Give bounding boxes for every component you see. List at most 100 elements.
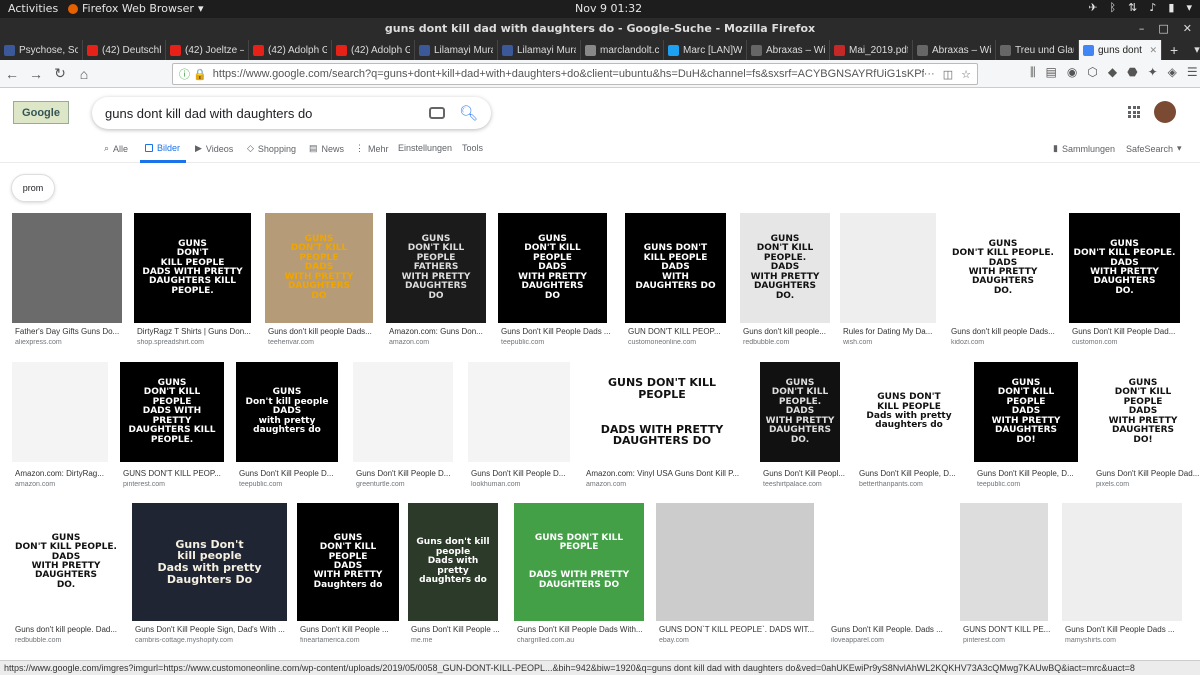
- image-result-thumbnail[interactable]: GUNS DON'T KILL PEOPLE DADS WITH PRETTY …: [583, 362, 741, 462]
- result-title[interactable]: Guns don't kill people...: [743, 327, 853, 336]
- result-source[interactable]: teepublic.com: [501, 339, 611, 346]
- minimize-icon[interactable]: –: [1139, 18, 1145, 40]
- image-result-thumbnail[interactable]: GUNS DON'T KILL PEOPLE. DADS WITH PRETTY…: [1069, 213, 1180, 323]
- result-source[interactable]: teepublic.com: [977, 481, 1087, 488]
- browser-tab[interactable]: (42) Adolph G: [332, 40, 415, 60]
- image-result-thumbnail[interactable]: Guns don't kill people Dads with pretty …: [408, 503, 498, 621]
- safesearch-menu[interactable]: SafeSearch ▾: [1126, 143, 1182, 154]
- image-result-thumbnail[interactable]: GUNS DON'T KILL PEOPLE DADS WITH PRETTY …: [498, 213, 607, 323]
- browser-tab[interactable]: Lilamayi Mura: [415, 40, 498, 60]
- result-source[interactable]: teeherivar.com: [268, 339, 378, 346]
- maximize-icon[interactable]: □: [1158, 18, 1168, 40]
- result-title[interactable]: Guns Don't Kill People D...: [239, 469, 349, 478]
- info-icon[interactable]: ⓘ 🔒: [179, 66, 207, 82]
- result-source[interactable]: chargrilled.com.au: [517, 637, 647, 644]
- result-source[interactable]: cambris-cottage.myshopify.com: [135, 637, 290, 644]
- result-title[interactable]: GUNS DON'T KILL PEOP...: [123, 469, 233, 478]
- result-title[interactable]: Guns Don't Kill People D...: [471, 469, 581, 478]
- avatar[interactable]: [1154, 101, 1176, 123]
- search-icon[interactable]: 🔍︎: [459, 104, 478, 122]
- image-result-thumbnail[interactable]: [828, 503, 948, 621]
- battery-icon[interactable]: ▮: [1168, 1, 1174, 14]
- extension-icon[interactable]: ✦: [1148, 65, 1158, 80]
- result-source[interactable]: iloveapparel.com: [831, 637, 951, 644]
- result-source[interactable]: aliexpress.com: [15, 339, 125, 346]
- suggestion-chip[interactable]: prom: [11, 174, 55, 202]
- tab-more[interactable]: ⋮ Mehr: [355, 143, 389, 154]
- browser-tab[interactable]: marclandolt.c: [581, 40, 664, 60]
- browser-tab[interactable]: (42) Joeltze –: [166, 40, 249, 60]
- browser-tab[interactable]: guns dont k ✕: [1079, 40, 1162, 60]
- image-result-thumbnail[interactable]: GUNS DON'T KILL PEOPLE DADS WITH PRETTY …: [120, 362, 224, 462]
- image-result-thumbnail[interactable]: GUNS Don't kill people DADS with pretty …: [236, 362, 338, 462]
- image-result-thumbnail[interactable]: [1062, 503, 1182, 621]
- apps-grid-icon[interactable]: [1128, 106, 1140, 118]
- result-title[interactable]: GUNS DON'T KILL PE...: [963, 625, 1073, 634]
- browser-tab[interactable]: (42) Deutschla: [83, 40, 166, 60]
- result-title[interactable]: Guns Don't Kill Peopl...: [763, 469, 873, 478]
- image-result-thumbnail[interactable]: [12, 362, 108, 462]
- result-source[interactable]: customon.com: [1072, 339, 1183, 346]
- bluetooth-icon[interactable]: ᛒ: [1110, 1, 1117, 14]
- result-source[interactable]: shop.spreadshirt.com: [137, 339, 254, 346]
- image-result-thumbnail[interactable]: GUNS DON'T KILL PEOPLE DADS WITH PRETTY …: [514, 503, 644, 621]
- result-source[interactable]: lookhuman.com: [471, 481, 581, 488]
- camera-icon[interactable]: [428, 107, 445, 119]
- image-result-thumbnail[interactable]: [468, 362, 570, 462]
- sidebar-icon[interactable]: ▤: [1046, 65, 1057, 80]
- tab-images[interactable]: Bilder: [145, 143, 180, 153]
- image-result-thumbnail[interactable]: [656, 503, 814, 621]
- result-title[interactable]: Guns Don't Kill People Dads With...: [517, 625, 647, 634]
- close-tab-icon[interactable]: ✕: [1149, 45, 1157, 56]
- result-source[interactable]: greenturtle.com: [356, 481, 466, 488]
- result-title[interactable]: Guns Don't Kill People Dads ...: [501, 327, 611, 336]
- extension-icon[interactable]: ◈: [1168, 65, 1177, 80]
- result-title[interactable]: Guns Don't Kill People Dad...: [1096, 469, 1200, 478]
- result-title[interactable]: Guns don't kill people. Dad...: [15, 625, 125, 634]
- browser-tab[interactable]: Abraxas – Wik: [913, 40, 996, 60]
- result-source[interactable]: amazon.com: [15, 481, 125, 488]
- result-title[interactable]: Amazon.com: Vinyl USA Guns Dont Kill P..…: [586, 469, 744, 478]
- image-result-thumbnail[interactable]: [960, 503, 1048, 621]
- image-result-thumbnail[interactable]: [12, 213, 122, 323]
- activities-button[interactable]: Activities: [8, 2, 58, 15]
- reload-icon[interactable]: ↻: [48, 63, 72, 85]
- browser-tab[interactable]: Lilamayi Mura: [498, 40, 581, 60]
- clock[interactable]: Nov 9 01:32: [575, 2, 642, 15]
- result-source[interactable]: pinterest.com: [123, 481, 233, 488]
- back-icon[interactable]: ←: [0, 63, 24, 85]
- result-title[interactable]: Guns don't kill people Dads...: [951, 327, 1061, 336]
- google-logo[interactable]: Google: [13, 101, 69, 124]
- close-window-icon[interactable]: ✕: [1183, 18, 1192, 40]
- system-tray[interactable]: ✈ ᛒ ⇅ ♪ ▮ ▾: [1088, 1, 1192, 14]
- result-title[interactable]: GUNS DON`T KILL PEOPLE`. DADS WIT...: [659, 625, 817, 634]
- result-title[interactable]: Amazon.com: Guns Don...: [389, 327, 499, 336]
- result-source[interactable]: me.me: [411, 637, 521, 644]
- result-title[interactable]: Amazon.com: DirtyRag...: [15, 469, 125, 478]
- image-result-thumbnail[interactable]: GUNS DON'T KILL PEOPLE. DADS WITH PRETTY…: [12, 503, 120, 621]
- result-title[interactable]: Rules for Dating My Da...: [843, 327, 953, 336]
- image-result-thumbnail[interactable]: GUNS DON'T KILL PEOPLE DADS WITH PRETTY …: [1093, 362, 1193, 462]
- result-source[interactable]: amazon.com: [389, 339, 499, 346]
- result-source[interactable]: redbubble.com: [743, 339, 853, 346]
- image-result-thumbnail[interactable]: GUNS DON'T KILL PEOPLE FATHERS WITH PRET…: [386, 213, 486, 323]
- search-box[interactable]: guns dont kill dad with daughters do 🔍︎: [92, 97, 491, 129]
- result-title[interactable]: Guns Don't Kill People, D...: [859, 469, 969, 478]
- image-result-thumbnail[interactable]: GUNS DON'T KILL PEOPLE DADS WITH PRETTY …: [974, 362, 1078, 462]
- result-source[interactable]: wish.com: [843, 339, 953, 346]
- network-icon[interactable]: ⇅: [1128, 1, 1137, 14]
- url-bar[interactable]: ⓘ 🔒 https://www.google.com/search?q=guns…: [172, 63, 978, 85]
- result-title[interactable]: Guns Don't Kill People. Dads ...: [831, 625, 951, 634]
- extension-icon[interactable]: ◆: [1108, 65, 1117, 80]
- menu-icon[interactable]: ☰: [1187, 65, 1198, 80]
- result-source[interactable]: mamyshirts.com: [1065, 637, 1185, 644]
- bookmark-star-icon[interactable]: ☆: [961, 68, 971, 81]
- extension-icon[interactable]: ⬡: [1087, 65, 1097, 80]
- image-result-thumbnail[interactable]: GUNS DON'T KILL PEOPLE DADS WITH PRETTY …: [265, 213, 373, 323]
- image-result-thumbnail[interactable]: GUNS DON'T KILL PEOPLE. DADS WITH PRETTY…: [740, 213, 830, 323]
- result-source[interactable]: fineartamerica.com: [300, 637, 410, 644]
- search-input[interactable]: guns dont kill dad with daughters do: [105, 106, 429, 121]
- image-result-thumbnail[interactable]: GUNS DON'T KILL PEOPLE Dads with pretty …: [856, 362, 962, 462]
- result-title[interactable]: Guns Don't Kill People ...: [300, 625, 410, 634]
- result-title[interactable]: Guns Don't Kill People D...: [356, 469, 466, 478]
